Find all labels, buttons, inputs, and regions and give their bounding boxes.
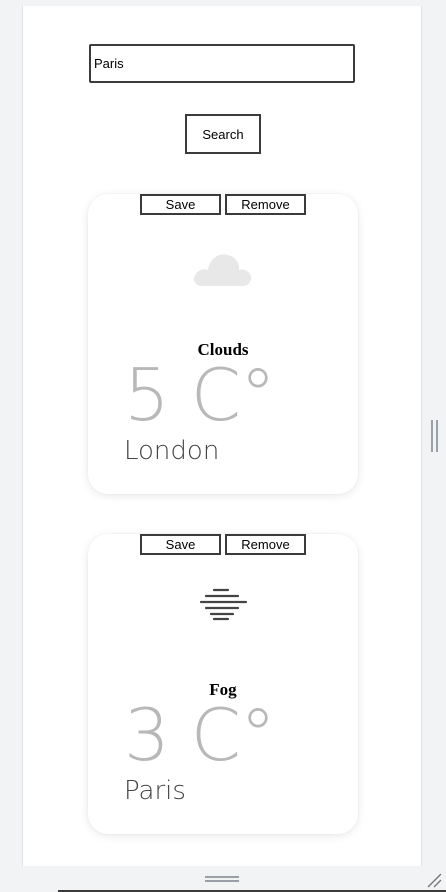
search-input[interactable] <box>89 44 355 83</box>
remove-button[interactable]: Remove <box>225 194 306 215</box>
temperature: 5 C° <box>124 353 276 437</box>
search-button[interactable]: Search <box>185 114 261 154</box>
horizontal-resize-handle[interactable] <box>205 876 239 882</box>
temperature: 3 C° <box>124 693 276 777</box>
cloud-icon <box>88 246 358 288</box>
corner-resize-icon[interactable] <box>426 872 442 888</box>
weather-card: Save Remove Clouds 5 C° London <box>88 194 358 494</box>
vertical-resize-handle[interactable] <box>431 420 438 452</box>
save-button[interactable]: Save <box>140 194 221 215</box>
city-name: Paris <box>124 776 186 806</box>
fog-icon <box>88 586 358 622</box>
app-page: Search Save Remove Clouds 5 C° London Sa… <box>22 6 422 866</box>
weather-card: Save Remove Fog 3 C° Paris <box>88 534 358 834</box>
city-name: London <box>124 436 220 466</box>
remove-button[interactable]: Remove <box>225 534 306 555</box>
save-button[interactable]: Save <box>140 534 221 555</box>
